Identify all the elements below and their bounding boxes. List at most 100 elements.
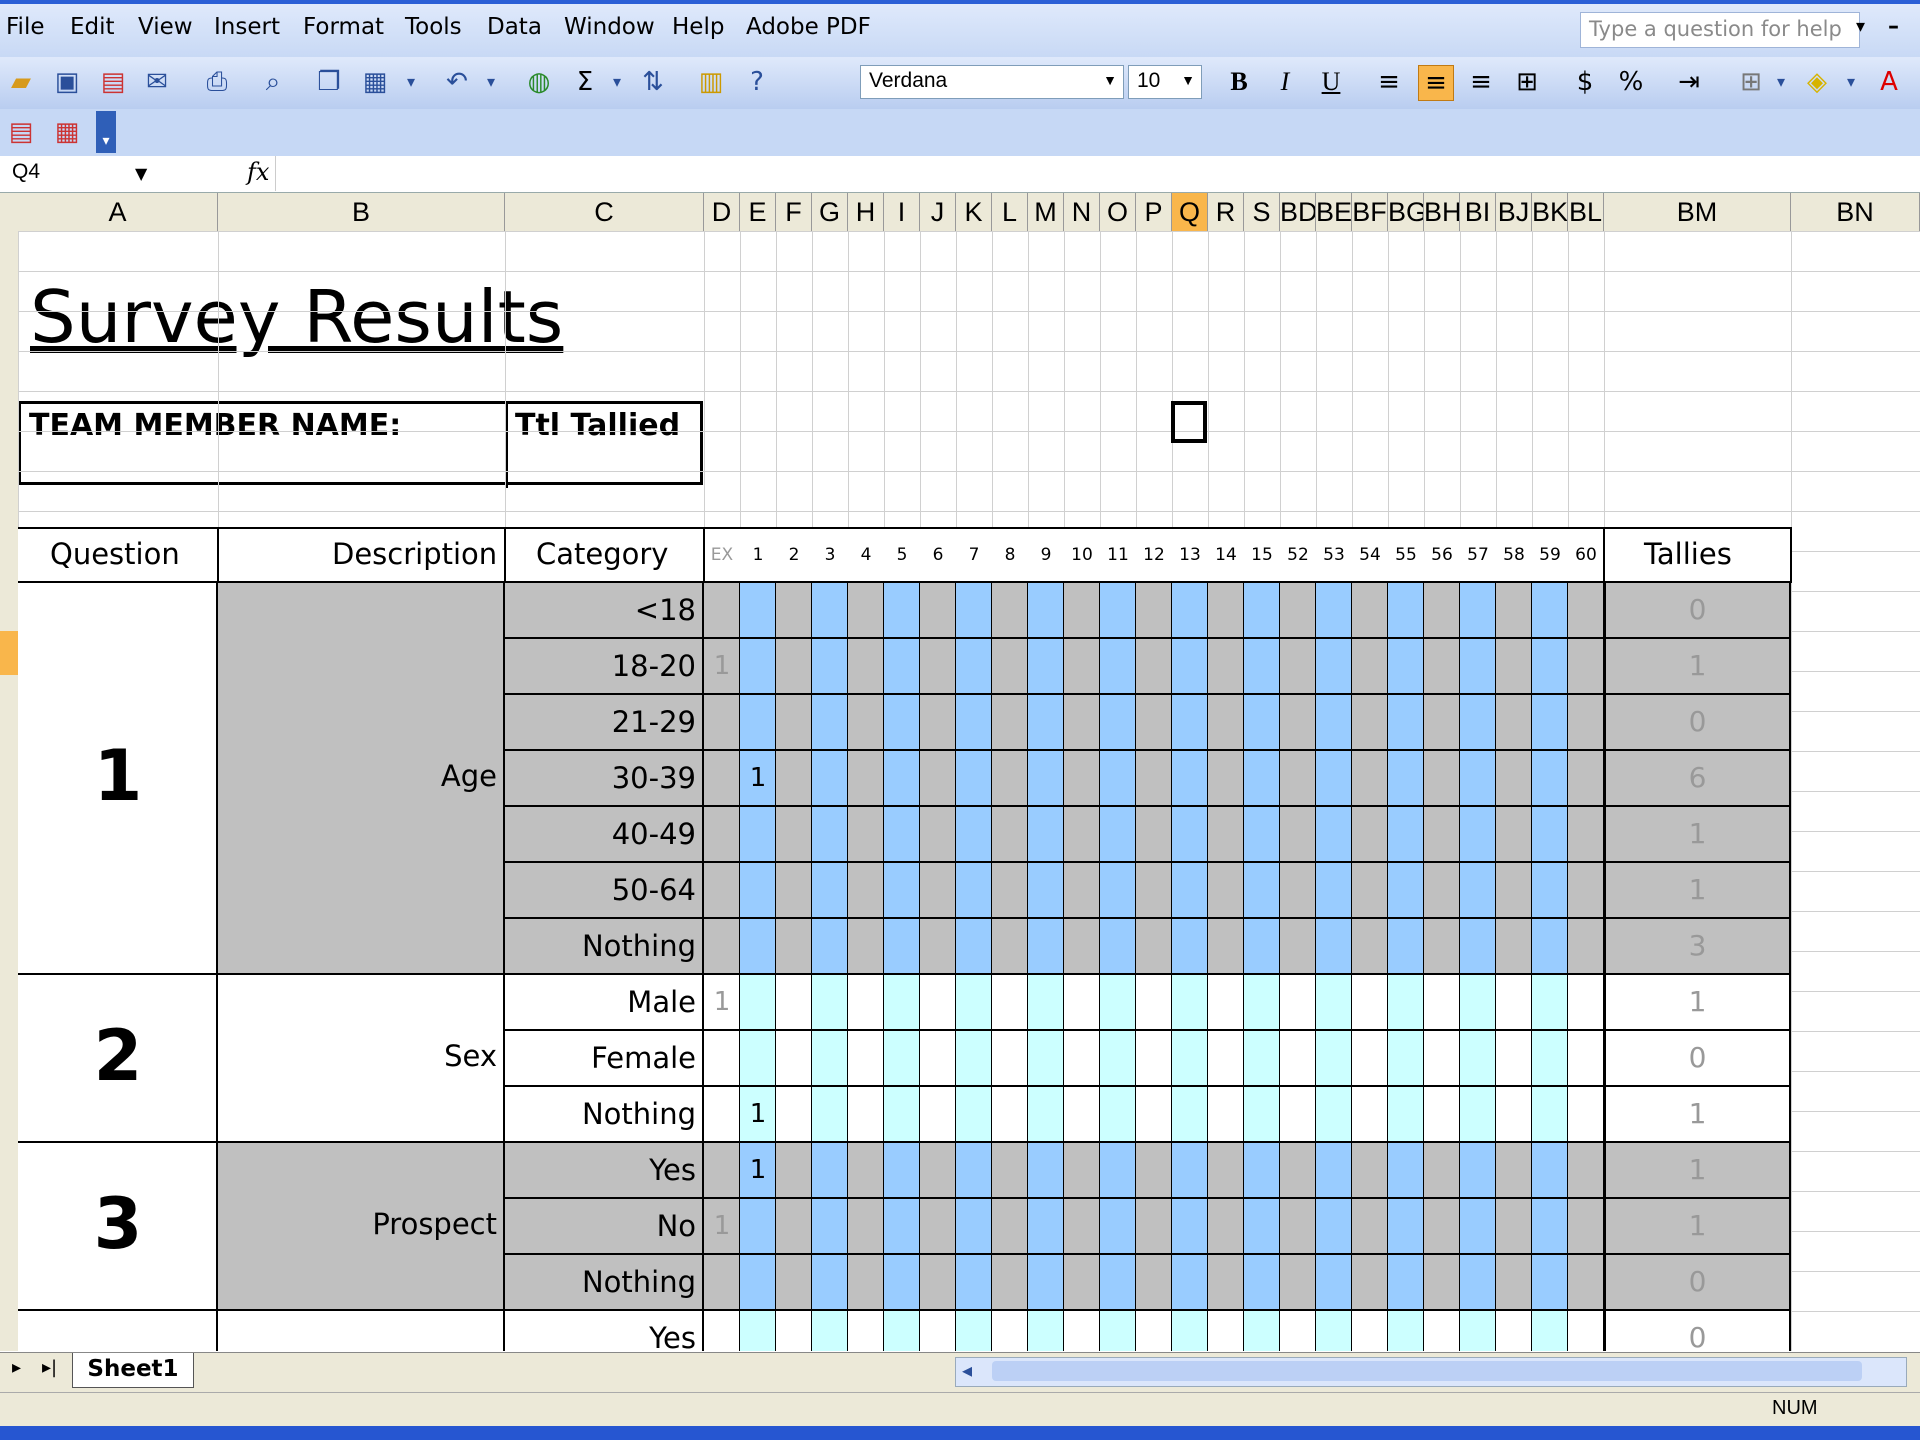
menu-edit[interactable]: Edit bbox=[70, 14, 115, 40]
underline-icon[interactable]: U bbox=[1314, 65, 1348, 99]
pdf-email-icon[interactable]: ▦ bbox=[50, 115, 84, 149]
align-left-icon[interactable]: ≡ bbox=[1372, 65, 1406, 99]
column-header-bf[interactable]: BF bbox=[1352, 193, 1388, 231]
merge-center-icon[interactable]: ⊞ bbox=[1510, 65, 1544, 99]
column-header-d[interactable]: D bbox=[704, 193, 740, 231]
align-right-icon[interactable]: ≡ bbox=[1464, 65, 1498, 99]
undo-icon[interactable]: ↶ bbox=[440, 65, 474, 99]
email-icon[interactable]: ✉ bbox=[140, 65, 174, 99]
indent-icon[interactable]: ⇥ bbox=[1672, 65, 1706, 99]
scroll-thumb[interactable] bbox=[992, 1361, 1862, 1381]
column-header-n[interactable]: N bbox=[1064, 193, 1100, 231]
day-cell bbox=[1244, 919, 1280, 975]
chevron-down-icon[interactable]: ▾ bbox=[1834, 65, 1868, 99]
currency-icon[interactable]: $ bbox=[1568, 65, 1602, 99]
menu-insert[interactable]: Insert bbox=[214, 14, 280, 40]
sort-ascending-icon[interactable]: ⇅ bbox=[636, 65, 670, 99]
column-header-bg[interactable]: BG bbox=[1388, 193, 1424, 231]
day-cell bbox=[992, 1311, 1028, 1351]
column-header-r[interactable]: R bbox=[1208, 193, 1244, 231]
column-header-f[interactable]: F bbox=[776, 193, 812, 231]
paste-icon[interactable]: ▦ bbox=[358, 65, 392, 99]
day-cell bbox=[1568, 1311, 1604, 1351]
font-size-select[interactable]: 10 ▼ bbox=[1128, 65, 1202, 99]
column-header-bi[interactable]: BI bbox=[1460, 193, 1496, 231]
chevron-down-icon[interactable]: ▾ bbox=[1764, 65, 1798, 99]
convert-to-pdf-icon[interactable]: ▤ bbox=[4, 115, 38, 149]
menu-window[interactable]: Window bbox=[564, 14, 655, 40]
column-header-b[interactable]: B bbox=[218, 193, 505, 231]
menu-file[interactable]: File bbox=[6, 14, 45, 40]
menu-view[interactable]: View bbox=[138, 14, 193, 40]
column-header-q[interactable]: Q bbox=[1172, 193, 1208, 231]
column-header-be[interactable]: BE bbox=[1316, 193, 1352, 231]
percent-icon[interactable]: % bbox=[1614, 65, 1648, 99]
day-cell bbox=[1460, 639, 1496, 695]
day-cell bbox=[1100, 863, 1136, 919]
research-icon[interactable]: ⌕ bbox=[256, 65, 290, 99]
horizontal-scrollbar[interactable]: ◂ bbox=[955, 1357, 1907, 1387]
chart-wizard-icon[interactable]: ▥ bbox=[694, 65, 728, 99]
worksheet-grid[interactable]: Survey Results TEAM MEMBER NAME: Ttl Tal… bbox=[18, 231, 1920, 1351]
chevron-down-icon[interactable]: ▾ bbox=[394, 65, 428, 99]
column-header-bj[interactable]: BJ bbox=[1496, 193, 1532, 231]
italic-icon[interactable]: I bbox=[1268, 65, 1302, 99]
column-header-g[interactable]: G bbox=[812, 193, 848, 231]
column-header-bl[interactable]: BL bbox=[1568, 193, 1604, 231]
help-search-input[interactable]: Type a question for help bbox=[1580, 12, 1860, 48]
column-header-bk[interactable]: BK bbox=[1532, 193, 1568, 231]
copy-icon[interactable]: ❐ bbox=[312, 65, 346, 99]
open-icon[interactable]: ▰ bbox=[4, 65, 38, 99]
minimize-icon[interactable]: – bbox=[1888, 14, 1899, 39]
formula-input[interactable] bbox=[275, 156, 1920, 191]
scroll-left-icon[interactable]: ◂ bbox=[962, 1358, 972, 1382]
print-icon[interactable]: ⎙ bbox=[200, 65, 234, 99]
column-header-m[interactable]: M bbox=[1028, 193, 1064, 231]
menu-format[interactable]: Format bbox=[303, 14, 384, 40]
borders-icon[interactable]: ⊞ bbox=[1734, 65, 1768, 99]
menu-data[interactable]: Data bbox=[487, 14, 542, 40]
menu-help[interactable]: Help bbox=[672, 14, 724, 40]
toolbar-options-icon[interactable]: ▾ bbox=[96, 111, 116, 153]
column-header-bh[interactable]: BH bbox=[1424, 193, 1460, 231]
column-header-j[interactable]: J bbox=[920, 193, 956, 231]
fill-color-icon[interactable]: ◈ bbox=[1800, 65, 1834, 99]
permission-icon[interactable]: ▤ bbox=[96, 65, 130, 99]
column-header-c[interactable]: C bbox=[505, 193, 704, 231]
chevron-down-icon[interactable]: ▾ bbox=[1856, 16, 1865, 37]
column-header-k[interactable]: K bbox=[956, 193, 992, 231]
selected-row-header[interactable] bbox=[0, 631, 18, 675]
active-cell-q4[interactable] bbox=[1171, 401, 1207, 443]
next-sheet-icon[interactable]: ▸ bbox=[12, 1357, 21, 1378]
column-header-p[interactable]: P bbox=[1136, 193, 1172, 231]
chevron-down-icon[interactable]: ▾ bbox=[600, 65, 634, 99]
align-center-icon[interactable]: ≡ bbox=[1418, 65, 1454, 101]
font-name-select[interactable]: Verdana ▼ bbox=[860, 65, 1124, 99]
menu-tools[interactable]: Tools bbox=[405, 14, 462, 40]
day-cell bbox=[848, 807, 884, 863]
column-header-o[interactable]: O bbox=[1100, 193, 1136, 231]
font-color-icon[interactable]: A bbox=[1872, 65, 1906, 99]
column-header-l[interactable]: L bbox=[992, 193, 1028, 231]
save-icon[interactable]: ▣ bbox=[50, 65, 84, 99]
bold-icon[interactable]: B bbox=[1222, 65, 1256, 99]
last-sheet-icon[interactable]: ▸| bbox=[42, 1357, 57, 1378]
column-header-i[interactable]: I bbox=[884, 193, 920, 231]
chevron-down-icon[interactable]: ▼ bbox=[135, 164, 147, 183]
sheet-tab-sheet1[interactable]: Sheet1 bbox=[72, 1353, 194, 1388]
autosum-icon[interactable]: Σ bbox=[568, 65, 602, 99]
column-header-a[interactable]: A bbox=[18, 193, 218, 231]
menu-adobe-pdf[interactable]: Adobe PDF bbox=[746, 14, 871, 40]
column-header-s[interactable]: S bbox=[1244, 193, 1280, 231]
column-header-h[interactable]: H bbox=[848, 193, 884, 231]
column-header-e[interactable]: E bbox=[740, 193, 776, 231]
hyperlink-icon[interactable]: ◍ bbox=[522, 65, 556, 99]
column-header-bm[interactable]: BM bbox=[1604, 193, 1791, 231]
column-header-bd[interactable]: BD bbox=[1280, 193, 1316, 231]
day-cell bbox=[1352, 639, 1388, 695]
insert-function-icon[interactable]: fx bbox=[247, 158, 269, 186]
chevron-down-icon[interactable]: ▾ bbox=[474, 65, 508, 99]
help-icon[interactable]: ? bbox=[740, 65, 774, 99]
day-cell bbox=[1244, 1031, 1280, 1087]
column-header-bn[interactable]: BN bbox=[1791, 193, 1920, 231]
